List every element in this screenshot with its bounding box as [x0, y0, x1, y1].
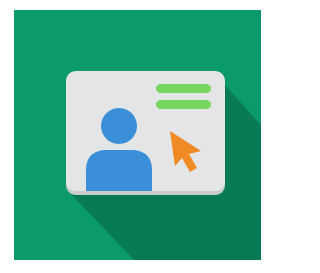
profile-card-cursor-icon [14, 10, 261, 260]
app-icon [0, 0, 275, 273]
